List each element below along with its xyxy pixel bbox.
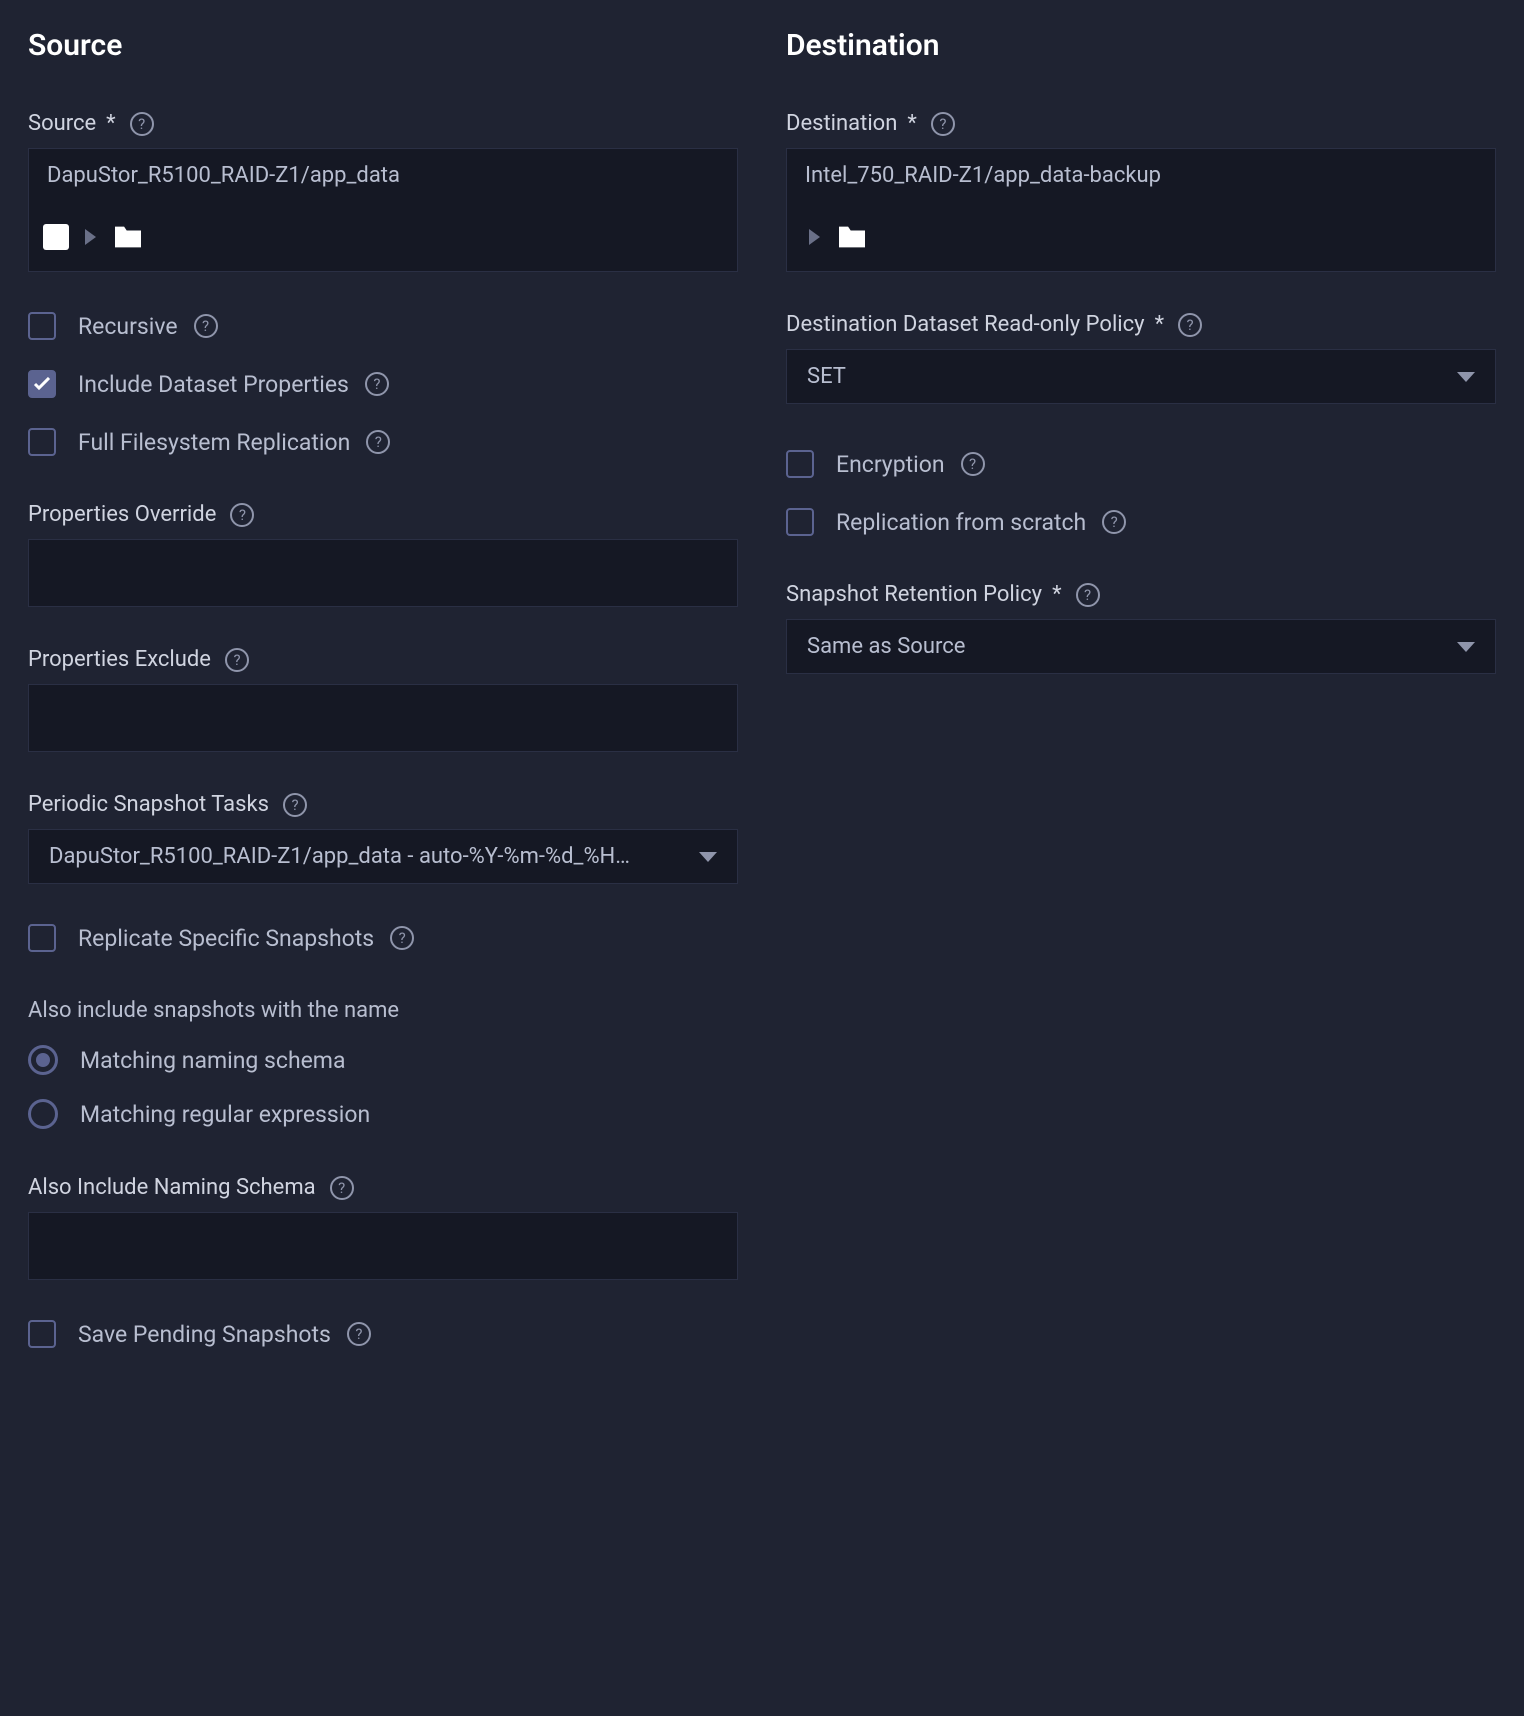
chevron-right-icon[interactable] <box>85 229 96 245</box>
readonly-policy-select[interactable]: SET <box>786 349 1496 404</box>
required-marker: * <box>907 111 916 136</box>
encryption-checkbox[interactable] <box>786 450 814 478</box>
destination-tree[interactable] <box>786 202 1496 272</box>
full-fs-replication-label: Full Filesystem Replication <box>78 429 350 456</box>
help-icon[interactable]: ? <box>1102 510 1126 534</box>
destination-label: Destination <box>786 111 897 136</box>
properties-override-input[interactable] <box>28 539 738 607</box>
matching-regex-radio[interactable] <box>28 1099 58 1129</box>
save-pending-label: Save Pending Snapshots <box>78 1321 331 1348</box>
source-field: Source * ? <box>28 111 738 272</box>
source-column: Source Source * ? Recursive ? <box>28 28 738 1378</box>
also-include-naming-schema-label: Also Include Naming Schema <box>28 1175 316 1200</box>
replication-from-scratch-label: Replication from scratch <box>836 509 1086 536</box>
source-heading: Source <box>28 28 738 63</box>
readonly-policy-value: SET <box>807 364 858 389</box>
also-include-naming-schema-input[interactable] <box>28 1212 738 1280</box>
periodic-snapshot-value: DapuStor_R5100_RAID-Z1/app_data - auto-%… <box>49 844 642 869</box>
help-icon[interactable]: ? <box>390 926 414 950</box>
folder-icon <box>112 224 144 250</box>
destination-column: Destination Destination * ? Destination D… <box>786 28 1496 1378</box>
help-icon[interactable]: ? <box>330 1176 354 1200</box>
source-tree[interactable] <box>28 202 738 272</box>
properties-exclude-input[interactable] <box>28 684 738 752</box>
chevron-down-icon <box>1457 372 1475 382</box>
help-icon[interactable]: ? <box>1076 583 1100 607</box>
required-marker: * <box>1155 312 1164 337</box>
matching-regex-label: Matching regular expression <box>80 1101 370 1128</box>
tree-checkbox[interactable] <box>43 224 69 250</box>
destination-input[interactable] <box>786 148 1496 202</box>
include-dataset-props-checkbox[interactable] <box>28 370 56 398</box>
also-include-heading: Also include snapshots with the name <box>28 998 738 1023</box>
help-icon[interactable]: ? <box>1178 313 1202 337</box>
help-icon[interactable]: ? <box>283 793 307 817</box>
matching-schema-radio[interactable] <box>28 1045 58 1075</box>
replicate-specific-checkbox[interactable] <box>28 924 56 952</box>
help-icon[interactable]: ? <box>961 452 985 476</box>
help-icon[interactable]: ? <box>194 314 218 338</box>
required-marker: * <box>106 111 115 136</box>
readonly-policy-label: Destination Dataset Read-only Policy <box>786 312 1145 337</box>
replicate-specific-label: Replicate Specific Snapshots <box>78 925 374 952</box>
folder-icon <box>836 224 868 250</box>
help-icon[interactable]: ? <box>347 1322 371 1346</box>
retention-policy-value: Same as Source <box>807 634 977 659</box>
retention-policy-field: Snapshot Retention Policy * ? Same as Sou… <box>786 582 1496 674</box>
retention-policy-label: Snapshot Retention Policy <box>786 582 1042 607</box>
properties-exclude-field: Properties Exclude ? <box>28 647 738 752</box>
properties-exclude-label: Properties Exclude <box>28 647 211 672</box>
retention-policy-select[interactable]: Same as Source <box>786 619 1496 674</box>
help-icon[interactable]: ? <box>130 112 154 136</box>
readonly-policy-field: Destination Dataset Read-only Policy* ? … <box>786 312 1496 404</box>
properties-override-label: Properties Override <box>28 502 216 527</box>
required-marker: * <box>1052 582 1061 607</box>
chevron-down-icon <box>1457 642 1475 652</box>
chevron-down-icon <box>699 852 717 862</box>
periodic-snapshot-label: Periodic Snapshot Tasks <box>28 792 269 817</box>
source-input[interactable] <box>28 148 738 202</box>
recursive-checkbox[interactable] <box>28 312 56 340</box>
chevron-right-icon[interactable] <box>809 229 820 245</box>
destination-field: Destination * ? <box>786 111 1496 272</box>
full-fs-replication-checkbox[interactable] <box>28 428 56 456</box>
help-icon[interactable]: ? <box>931 112 955 136</box>
help-icon[interactable]: ? <box>230 503 254 527</box>
destination-heading: Destination <box>786 28 1496 63</box>
encryption-label: Encryption <box>836 451 945 478</box>
help-icon[interactable]: ? <box>225 648 249 672</box>
recursive-label: Recursive <box>78 313 178 340</box>
include-dataset-props-label: Include Dataset Properties <box>78 371 349 398</box>
source-label: Source <box>28 111 96 136</box>
help-icon[interactable]: ? <box>366 430 390 454</box>
also-include-naming-schema-field: Also Include Naming Schema ? <box>28 1175 738 1280</box>
help-icon[interactable]: ? <box>365 372 389 396</box>
replication-from-scratch-checkbox[interactable] <box>786 508 814 536</box>
properties-override-field: Properties Override ? <box>28 502 738 607</box>
matching-schema-label: Matching naming schema <box>80 1047 346 1074</box>
save-pending-checkbox[interactable] <box>28 1320 56 1348</box>
periodic-snapshot-field: Periodic Snapshot Tasks ? DapuStor_R5100… <box>28 792 738 884</box>
periodic-snapshot-select[interactable]: DapuStor_R5100_RAID-Z1/app_data - auto-%… <box>28 829 738 884</box>
